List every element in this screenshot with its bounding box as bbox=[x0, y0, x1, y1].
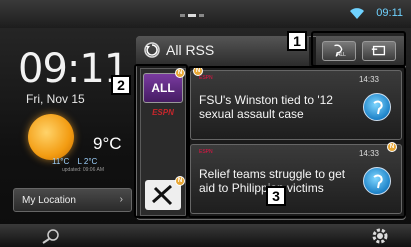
callout-frame-3 bbox=[188, 66, 406, 218]
status-bar: 09:11 bbox=[0, 0, 411, 28]
page-dot-active bbox=[188, 14, 196, 17]
page-indicator bbox=[180, 14, 204, 17]
page-dot bbox=[199, 14, 204, 17]
temperature-high: 11°C bbox=[52, 157, 70, 166]
rss-header: All RSS bbox=[136, 36, 309, 66]
sunny-weather-icon bbox=[28, 114, 74, 160]
temperature-high-low: 11°C L 2°C bbox=[52, 157, 97, 166]
clock-date: Fri, Nov 15 bbox=[26, 92, 85, 106]
callout-label-2: 2 bbox=[111, 75, 131, 95]
gear-icon[interactable] bbox=[370, 226, 390, 246]
weather-updated-text: updated: 09:06 AM bbox=[62, 167, 104, 173]
status-time: 09:11 bbox=[376, 7, 403, 19]
callout-label-1: 1 bbox=[287, 31, 307, 51]
temperature-low: L 2°C bbox=[78, 157, 98, 166]
temperature-low-value: 2°C bbox=[83, 157, 98, 166]
wifi-icon bbox=[350, 8, 364, 19]
callout-frame-2 bbox=[134, 64, 188, 218]
page-dot bbox=[180, 14, 185, 17]
rss-title: All RSS bbox=[166, 42, 215, 58]
voice-search-icon[interactable] bbox=[38, 228, 64, 244]
callout-label-3: 3 bbox=[266, 186, 286, 206]
temperature-low-prefix: L bbox=[77, 157, 82, 166]
chevron-right-icon: › bbox=[119, 194, 123, 205]
callout-frame-1 bbox=[311, 31, 406, 67]
refresh-icon[interactable] bbox=[144, 42, 160, 58]
temperature-current: 9°C bbox=[93, 134, 122, 153]
my-location-label: My Location bbox=[22, 195, 76, 206]
my-location-button[interactable]: My Location › bbox=[13, 188, 132, 212]
